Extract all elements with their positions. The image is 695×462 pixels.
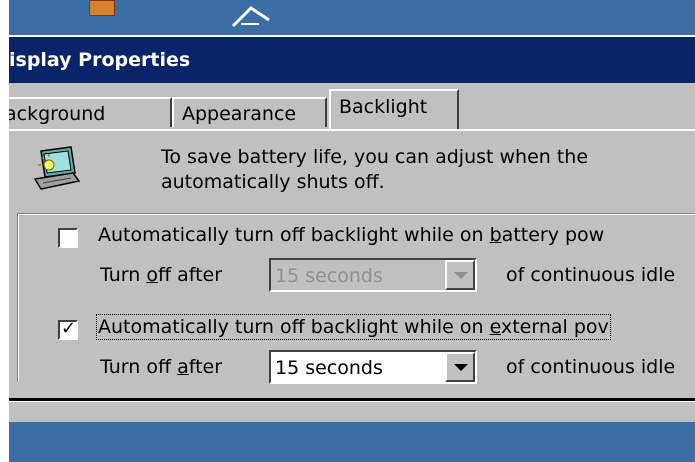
tab-background-label: ackground [9,103,106,125]
tab-strip: ackground Appearance Backlight [9,87,695,129]
battery-turnoff-pre: Turn [100,264,147,286]
external-backlight-checkbox[interactable]: ✓ [58,318,78,340]
battery-backlight-checkbox[interactable] [58,228,78,248]
title-bar[interactable]: isplay Properties [9,37,695,83]
external-timeout-value: 15 seconds [275,357,383,379]
battery-turn-off-label: Turn off after [100,264,222,286]
battery-turnoff-post: ff after [157,264,223,286]
battery-label-post: attery pow [501,224,605,246]
battery-turnoff-accel: o [146,264,158,286]
external-turnoff-post: fter [188,356,223,378]
external-turnoff-accel: a [177,356,189,378]
battery-timeout-dropdown-button[interactable] [445,260,475,290]
chevron-down-icon [454,364,468,371]
external-turnoff-pre: Turn off [100,356,178,378]
external-turn-off-label: Turn off after [100,356,222,378]
tab-background[interactable]: ackground [9,97,172,127]
battery-backlight-label[interactable]: Automatically turn off backlight while o… [98,224,604,246]
bottom-separator [9,398,695,402]
info-line-2: automatically shuts off. [161,171,385,193]
info-text: To save battery life, you can adjust whe… [161,145,588,195]
external-idle-suffix: of continuous idle [506,356,676,378]
desktop-folder-icon[interactable] [89,0,115,16]
external-label-pre: Automatically turn off backlight while o… [98,316,490,338]
battery-timeout-value: 15 seconds [275,265,383,287]
laptop-backlight-icon [33,146,81,190]
desktop-network-icon[interactable] [231,6,271,28]
external-backlight-label[interactable]: Automatically turn off backlight while o… [96,314,611,340]
tab-backlight-label: Backlight [339,96,428,118]
tab-appearance[interactable]: Appearance [172,97,327,127]
backlight-panel: To save battery life, you can adjust whe… [9,131,695,401]
battery-idle-suffix: of continuous idle [506,264,676,286]
chevron-down-icon [454,272,468,279]
battery-timeout-select[interactable]: 15 seconds [269,258,477,292]
battery-label-accel: b [489,224,502,246]
tab-appearance-label: Appearance [182,103,297,125]
external-timeout-dropdown-button[interactable] [445,352,475,382]
desktop: isplay Properties ackground Appearance B… [9,0,695,462]
backlight-options-group: Automatically turn off backlight while o… [17,213,695,384]
tab-backlight[interactable]: Backlight [329,89,459,129]
display-properties-window: isplay Properties ackground Appearance B… [9,35,695,422]
external-label-accel: e [489,316,501,338]
external-timeout-select[interactable]: 15 seconds [269,350,477,384]
battery-label-pre: Automatically turn off backlight while o… [98,224,490,246]
window-title: isplay Properties [9,49,191,71]
info-line-1: To save battery life, you can adjust whe… [161,146,589,168]
external-label-post: xternal pov [500,316,609,338]
checkmark-icon: ✓ [61,318,77,339]
